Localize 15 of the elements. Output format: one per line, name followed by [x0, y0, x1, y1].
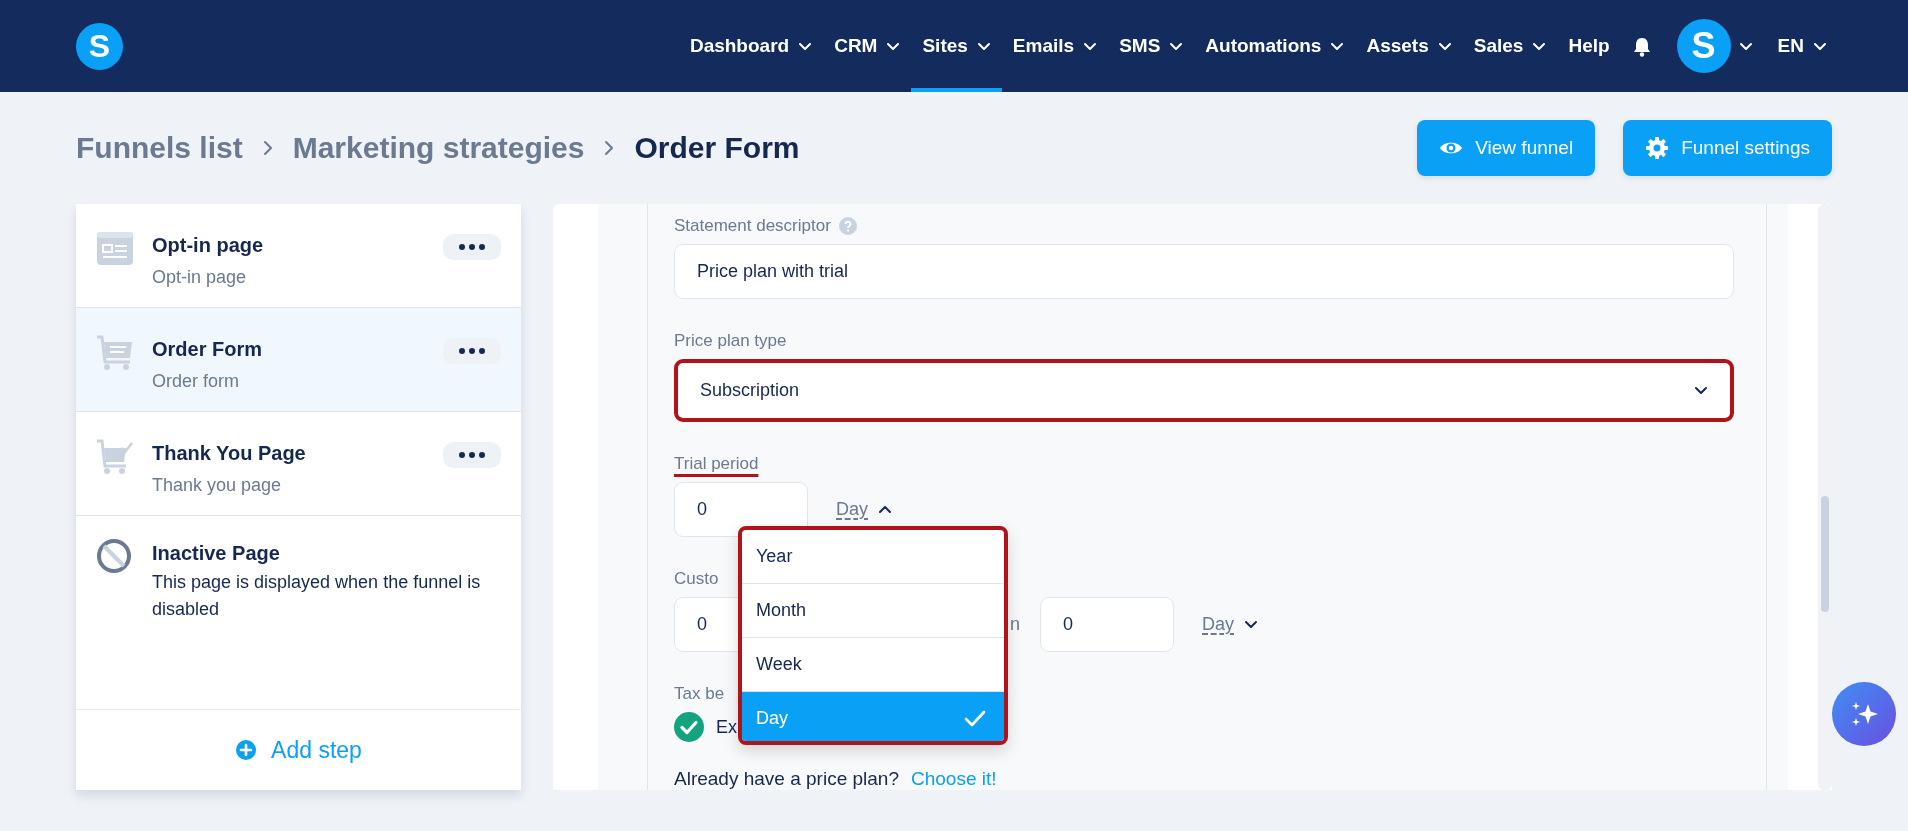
field-label: Custo — [674, 569, 719, 589]
step-title: Order Form — [152, 338, 264, 361]
step-subtitle: Opt-in page — [152, 267, 248, 288]
field-label: Statement descriptor — [674, 216, 831, 236]
step-subtitle: Order form — [152, 371, 240, 392]
step-title: Thank You Page — [152, 442, 307, 465]
field-text: n — [1010, 614, 1020, 635]
step-title: Inactive Page — [152, 542, 281, 565]
step-subtitle: Thank you page — [152, 475, 283, 496]
step-subtitle: This page is displayed when the funnel is disabled — [152, 571, 482, 621]
field-label: Tax be — [674, 684, 725, 704]
field-label: Price plan type — [674, 331, 787, 351]
step-title: Opt-in page — [152, 234, 265, 257]
field-label: Trial period — [674, 454, 759, 474]
question-text: Already have a price plan? — [674, 768, 899, 790]
